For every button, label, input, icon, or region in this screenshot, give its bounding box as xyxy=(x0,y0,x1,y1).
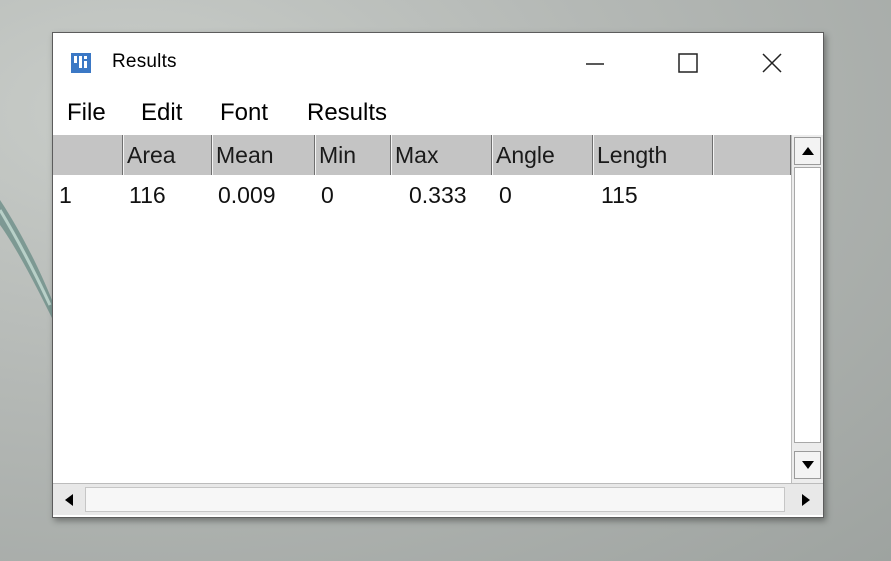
column-header-length[interactable]: Length xyxy=(593,135,713,175)
menu-results[interactable]: Results xyxy=(307,99,387,127)
column-header-min[interactable]: Min xyxy=(315,135,391,175)
cell-min: 0 xyxy=(321,182,334,208)
column-header-mean[interactable]: Mean xyxy=(212,135,315,175)
cell-index: 1 xyxy=(59,182,72,208)
menu-font[interactable]: Font xyxy=(220,99,268,127)
minimize-button[interactable] xyxy=(568,43,622,83)
scroll-left-button[interactable] xyxy=(56,487,82,513)
cell-area: 116 xyxy=(129,182,166,208)
window-title: Results xyxy=(112,51,177,72)
arrow-up-icon xyxy=(801,147,814,155)
maximize-icon xyxy=(678,53,698,73)
minimize-icon xyxy=(586,63,604,65)
maximize-button[interactable] xyxy=(661,43,715,83)
arrow-right-icon xyxy=(802,494,810,506)
vertical-scrollbar[interactable] xyxy=(791,135,823,483)
menu-bar: File Edit Font Results xyxy=(53,95,823,133)
close-icon xyxy=(762,53,782,73)
imagej-icon xyxy=(71,53,91,73)
cell-angle: 0 xyxy=(499,182,512,208)
scroll-down-button[interactable] xyxy=(794,451,821,479)
vertical-scroll-thumb[interactable] xyxy=(794,167,821,443)
scroll-up-button[interactable] xyxy=(794,137,821,165)
horizontal-scroll-thumb[interactable] xyxy=(85,487,785,512)
menu-edit[interactable]: Edit xyxy=(141,99,182,127)
scroll-right-button[interactable] xyxy=(793,487,819,513)
arrow-left-icon xyxy=(65,494,73,506)
column-header-empty xyxy=(713,135,791,175)
table-header: Area Mean Min Max Angle Length xyxy=(53,135,791,175)
results-window: Results File Edit Font Results Area Mean… xyxy=(52,32,824,518)
cell-length: 115 xyxy=(601,182,638,208)
arrow-down-icon xyxy=(801,461,814,469)
table-row[interactable]: 1 116 0.009 0 0.333 0 115 xyxy=(53,175,791,215)
cell-max: 0.333 xyxy=(409,182,467,208)
horizontal-scrollbar[interactable] xyxy=(53,483,823,515)
results-table[interactable]: Area Mean Min Max Angle Length 1 116 0.0… xyxy=(53,135,791,483)
close-button[interactable] xyxy=(745,43,799,83)
title-bar[interactable]: Results xyxy=(53,33,823,93)
menu-file[interactable]: File xyxy=(67,99,106,127)
column-header-index[interactable] xyxy=(53,135,123,175)
column-header-max[interactable]: Max xyxy=(391,135,492,175)
column-header-area[interactable]: Area xyxy=(123,135,212,175)
column-header-angle[interactable]: Angle xyxy=(492,135,593,175)
cell-mean: 0.009 xyxy=(218,182,276,208)
